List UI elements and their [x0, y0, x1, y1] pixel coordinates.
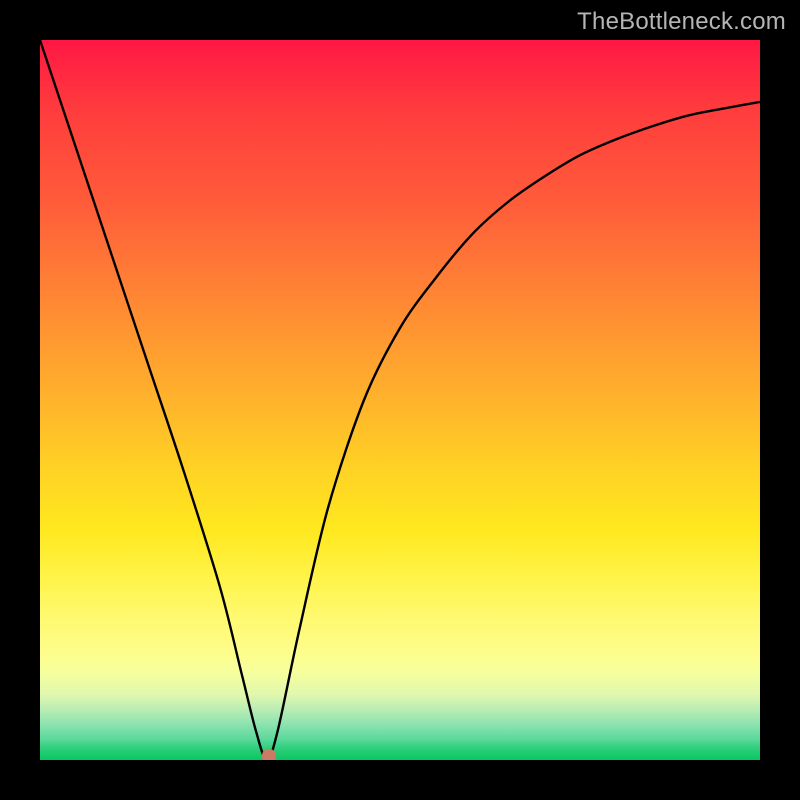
plot-area	[40, 40, 760, 760]
chart-frame: TheBottleneck.com	[0, 0, 800, 800]
bottleneck-curve	[40, 40, 760, 760]
watermark-text: TheBottleneck.com	[577, 8, 786, 36]
result-dot	[262, 749, 276, 760]
